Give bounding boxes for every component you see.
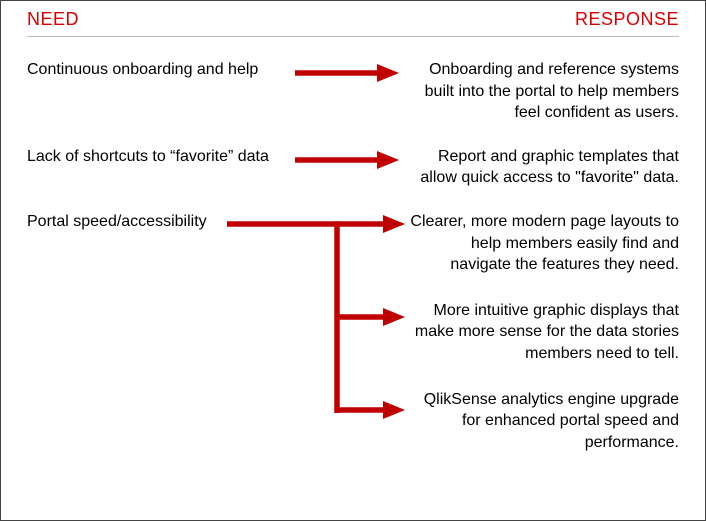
response-text-1: Onboarding and reference systems built i…	[407, 59, 679, 124]
mapping-row-1: Continuous onboarding and help Onboardin…	[27, 59, 679, 124]
branch-arrows	[227, 211, 407, 440]
need-response-diagram: NEED RESPONSE Continuous onboarding and …	[0, 0, 706, 521]
header-divider	[27, 36, 679, 37]
arrow-1	[287, 59, 407, 82]
need-text-2: Lack of shortcuts to “favorite” data	[27, 146, 287, 168]
response-list-3: Clearer, more modern page layouts to hel…	[407, 211, 679, 453]
response-text-3c: QlikSense analytics engine upgrade for e…	[407, 389, 679, 454]
response-text-3a: Clearer, more modern page layouts to hel…	[407, 211, 679, 276]
mapping-row-3: Portal speed/accessibility Clearer, more…	[27, 211, 679, 453]
arrow-right-icon	[295, 64, 399, 82]
need-text-3: Portal speed/accessibility	[27, 211, 227, 233]
need-header-label: NEED	[27, 9, 79, 30]
header-row: NEED RESPONSE	[27, 9, 679, 30]
mapping-row-2: Lack of shortcuts to “favorite” data Rep…	[27, 146, 679, 189]
arrow-right-icon	[295, 151, 399, 169]
response-text-3b: More intuitive graphic displays that mak…	[407, 300, 679, 365]
response-header-label: RESPONSE	[575, 9, 679, 30]
arrow-2	[287, 146, 407, 169]
need-text-1: Continuous onboarding and help	[27, 59, 287, 81]
branch-arrow-icon	[227, 215, 407, 440]
response-text-2: Report and graphic templates that allow …	[407, 146, 679, 189]
